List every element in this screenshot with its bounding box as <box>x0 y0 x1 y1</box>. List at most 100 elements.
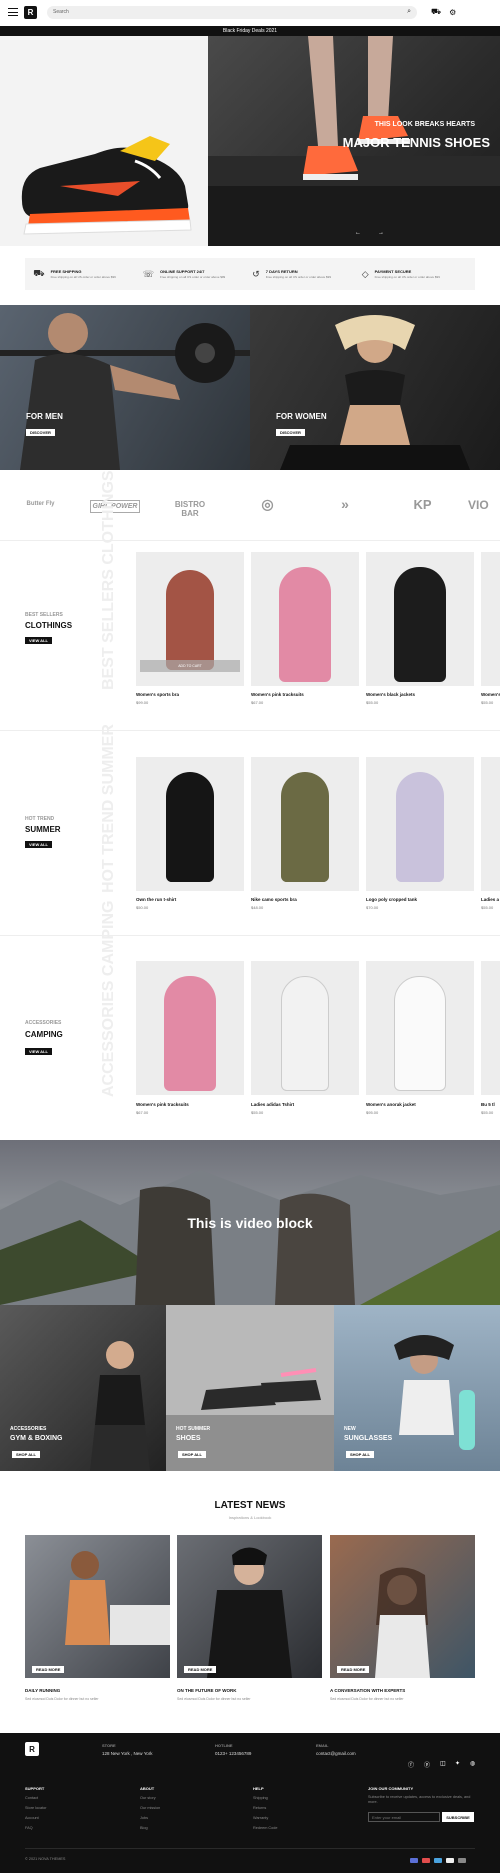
news-image[interactable] <box>177 1535 322 1678</box>
gear-icon[interactable]: ⚙ <box>449 8 456 17</box>
news-image[interactable] <box>25 1535 170 1678</box>
product-price: $55.00 <box>481 1110 494 1115</box>
news-title: LATEST NEWS <box>214 1500 286 1511</box>
shop-all-button[interactable]: SHOP ALL <box>346 1451 375 1458</box>
banner-men[interactable] <box>0 305 250 470</box>
news-item-title[interactable]: DAILY RUNNING <box>25 1688 60 1693</box>
footer-link[interactable]: Our story <box>140 1796 156 1800</box>
product-card[interactable] <box>251 757 359 891</box>
product-name[interactable]: Logo poly cropped tank <box>366 897 474 902</box>
product-name[interactable]: Women's pink tracksuits <box>251 692 359 697</box>
discover-men-button[interactable]: DISCOVER <box>26 429 55 436</box>
product-name[interactable]: Women's black jackets <box>366 692 474 697</box>
footer-link[interactable]: Contact <box>25 1796 38 1800</box>
footer-link[interactable]: Warranty <box>253 1816 268 1820</box>
product-name[interactable]: Women's <box>481 692 500 697</box>
brand-butterfly[interactable]: Butter Fly <box>18 500 63 508</box>
product-image <box>164 976 216 1091</box>
pinterest-icon[interactable]: ⓟ <box>424 1760 430 1769</box>
product-card[interactable] <box>136 757 244 891</box>
footer-link[interactable]: Store locator <box>25 1806 47 1810</box>
footer-link[interactable]: Redeem Code <box>253 1826 277 1830</box>
product-name[interactable]: Women's anorak jacket <box>366 1102 474 1107</box>
brand-chevrons-logo[interactable]: » <box>330 496 360 512</box>
dribbble-icon[interactable]: ◍ <box>470 1760 475 1767</box>
product-price: $55.00 <box>251 1110 264 1115</box>
shop-all-button[interactable]: SHOP ALL <box>12 1451 41 1458</box>
read-more-button[interactable]: READ MORE <box>337 1666 370 1673</box>
email-value[interactable]: contact@gmail.com <box>316 1751 356 1756</box>
twitter-icon[interactable]: ✦ <box>455 1760 460 1767</box>
brand-circle-logo[interactable]: ◎ <box>255 496 280 513</box>
woman-fitness-image <box>280 315 470 470</box>
product-card[interactable] <box>481 552 500 686</box>
product-card[interactable] <box>366 552 474 686</box>
product-name[interactable]: Bu 5 tl <box>481 1102 500 1107</box>
product-card[interactable] <box>366 961 474 1095</box>
product-name[interactable]: Ladies adidas Tshirt <box>251 1102 359 1107</box>
logo[interactable]: R <box>24 5 37 19</box>
cart-icon[interactable]: ⛟ <box>431 7 441 17</box>
product-price: $48.00 <box>251 905 264 910</box>
sneaker-icon <box>21 136 192 235</box>
news-item-title[interactable]: A CONVERSATION WITH EXPERTS <box>330 1688 405 1693</box>
search-icon[interactable]: ⌕ <box>407 8 411 16</box>
menu-icon[interactable] <box>8 8 18 16</box>
product-card[interactable]: ADD TO CART <box>136 552 244 686</box>
brand-kp[interactable]: KP <box>410 497 435 512</box>
product-card[interactable] <box>136 961 244 1095</box>
product-card[interactable] <box>366 757 474 891</box>
banner-women[interactable] <box>250 305 500 470</box>
footer-logo[interactable]: R <box>25 1742 39 1756</box>
hero-next-icon[interactable]: → <box>378 230 384 236</box>
view-all-button[interactable]: VIEW ALL <box>25 841 52 848</box>
subscribe-button[interactable]: SUBSCRIBE <box>442 1812 474 1822</box>
product-card[interactable] <box>251 961 359 1095</box>
product-name[interactable]: Own the run t-shirt <box>136 897 244 902</box>
promo-sunglasses[interactable] <box>334 1305 500 1471</box>
email-subscribe-input[interactable] <box>368 1812 440 1822</box>
add-to-cart-button[interactable]: ADD TO CART <box>140 660 240 672</box>
news-item-title[interactable]: ON THE FUTURE OF WORK <box>177 1688 237 1693</box>
product-name[interactable]: Nike camo sports bra <box>251 897 359 902</box>
footer-link[interactable]: Account <box>25 1816 39 1820</box>
footer-link[interactable]: FAQ <box>25 1826 33 1830</box>
feature-title: ONLINE SUPPORT 24/7 <box>160 269 205 274</box>
view-all-button[interactable]: VIEW ALL <box>25 1048 52 1055</box>
instagram-icon[interactable]: ◫ <box>440 1760 446 1767</box>
promo-shoes[interactable] <box>166 1305 334 1471</box>
footer-link[interactable]: Jobs <box>140 1816 148 1820</box>
hotline-value[interactable]: 0123+ 123456789 <box>215 1751 251 1756</box>
promo-gym[interactable] <box>0 1305 166 1471</box>
feature-title: PAYMENT SECURE <box>374 269 412 274</box>
shop-all-button[interactable]: SHOP ALL <box>178 1451 207 1458</box>
hero-prev-icon[interactable]: ← <box>355 230 361 236</box>
footer-link[interactable]: Returns <box>253 1806 266 1810</box>
read-more-button[interactable]: READ MORE <box>32 1666 65 1673</box>
brand-vio[interactable]: VIO <box>468 498 500 512</box>
store-value: 128 New York , New York <box>102 1751 153 1756</box>
promo-line: GYM & BOXING <box>10 1435 63 1442</box>
discover-women-button[interactable]: DISCOVER <box>276 429 305 436</box>
footer-link[interactable]: Our mission <box>140 1806 160 1810</box>
product-price: $55.00 <box>481 905 494 910</box>
product-card[interactable] <box>481 961 500 1095</box>
footer-link[interactable]: Blog <box>140 1826 148 1830</box>
paypal-icon <box>446 1858 454 1863</box>
brand-bistrobar[interactable]: BISTRO BAR <box>170 500 210 518</box>
feature-desc: Free shipping on all US order or order a… <box>374 275 440 279</box>
search-input[interactable]: Search ⌕ <box>47 5 417 19</box>
footer-link[interactable]: Shipping <box>253 1796 268 1800</box>
product-name[interactable]: Women's sports bra <box>136 692 244 697</box>
news-image[interactable] <box>330 1535 475 1678</box>
hero-shoe-image <box>0 36 208 246</box>
product-name[interactable]: Women's pink tracksuits <box>136 1102 244 1107</box>
product-card[interactable] <box>481 757 500 891</box>
read-more-button[interactable]: READ MORE <box>184 1666 217 1673</box>
facebook-icon[interactable]: ⓕ <box>408 1760 414 1769</box>
section-title: CAMPING <box>25 1030 63 1039</box>
product-card[interactable] <box>251 552 359 686</box>
section-vertical-text: ACCESSORIES CAMPING <box>100 900 117 1097</box>
view-all-button[interactable]: VIEW ALL <box>25 637 52 644</box>
product-name[interactable]: Ladies a <box>481 897 500 902</box>
